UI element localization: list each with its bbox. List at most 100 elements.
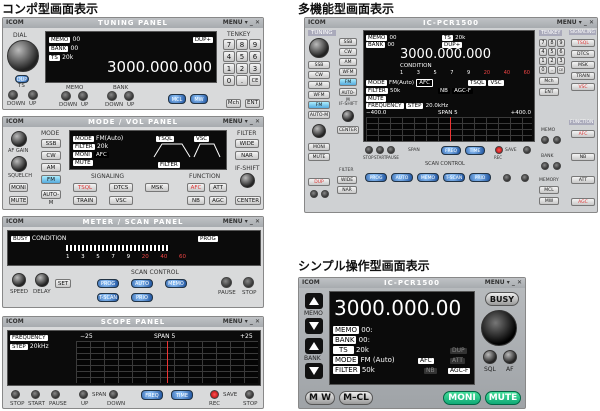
multi-mw-btn[interactable]: MW	[539, 197, 559, 205]
multi-tenkey-tab[interactable]: TENKEY	[539, 30, 563, 36]
simple-mute-button[interactable]: MUTE	[485, 391, 521, 405]
af-gain-knob[interactable]	[11, 131, 27, 147]
simple-main-dial[interactable]	[481, 310, 517, 346]
multi-prog-btn[interactable]: PROG	[365, 173, 387, 182]
bank-up-button[interactable]	[305, 338, 323, 354]
mch-button[interactable]: Mch	[226, 99, 241, 108]
multi-stop-btn[interactable]	[365, 146, 373, 154]
multi-signaling-tab[interactable]: SIGNALING	[569, 30, 596, 35]
multi-fm-btn[interactable]: FM	[308, 101, 330, 109]
auto-scan-button[interactable]: AUTO	[131, 279, 153, 288]
multi-sig-tsql[interactable]: TSQL	[571, 39, 595, 47]
am-button[interactable]: AM	[41, 163, 61, 172]
multi-key-0[interactable]: 0	[539, 66, 547, 74]
afc-button[interactable]: AFC	[187, 183, 205, 192]
att-button[interactable]: ATT	[209, 183, 227, 192]
train-button[interactable]: TRAIN	[73, 196, 97, 205]
stop-button[interactable]	[243, 277, 254, 288]
key-3[interactable]: 3	[249, 63, 261, 74]
multi-att-btn[interactable]: ATT	[571, 176, 595, 184]
memo-up-button[interactable]	[305, 293, 323, 309]
tsql-button[interactable]: TSQL	[73, 183, 97, 192]
multi-key-4[interactable]: 4	[539, 48, 547, 56]
key-2[interactable]: 2	[236, 63, 248, 74]
memo-scan-button[interactable]: MEMO	[165, 279, 187, 288]
window-controls[interactable]: MENU ▾ _ ✕	[223, 317, 260, 327]
fm-button[interactable]: FM	[41, 175, 61, 184]
key-5[interactable]: 5	[236, 51, 248, 62]
key-ce[interactable]: CE	[249, 75, 261, 86]
ts-up-button[interactable]	[28, 90, 38, 100]
auto-m-button[interactable]: AUTO-M	[41, 190, 61, 206]
nb-button[interactable]: NB	[187, 196, 205, 205]
multi-wide-btn[interactable]: WIDE	[337, 176, 357, 184]
multi-col2-wfm[interactable]: WFM	[339, 68, 357, 76]
pause-button[interactable]	[221, 277, 232, 288]
tuning-tab[interactable]: TUNING	[308, 30, 336, 36]
multi-auto-btn[interactable]: AUTO	[391, 173, 413, 182]
bank-down-button[interactable]	[107, 91, 117, 101]
ssb-button[interactable]: SSB	[41, 139, 61, 148]
multi-afc-btn[interactable]: AFC	[571, 130, 595, 138]
bank-down-button[interactable]	[305, 363, 323, 379]
multi-prio-btn[interactable]: PRIO	[469, 173, 491, 182]
multi-col2-am[interactable]: AM	[339, 58, 357, 66]
freq-button[interactable]: FREQ	[141, 390, 163, 400]
moni-button[interactable]: MONI	[9, 183, 28, 192]
wide-button[interactable]: WIDE	[235, 139, 259, 148]
dup-button[interactable]: DUP	[15, 75, 29, 83]
key-0[interactable]: 0	[223, 75, 235, 86]
multi-nar-btn[interactable]: NAR	[337, 186, 357, 194]
mute-button[interactable]: MUTE	[9, 196, 28, 205]
time-button[interactable]: TIME	[171, 390, 193, 400]
if-shift-knob[interactable]	[240, 173, 255, 188]
scope-start-button[interactable]	[31, 390, 40, 399]
cw-button[interactable]: CW	[41, 151, 61, 160]
simple-mcl-button[interactable]: M–CL	[339, 391, 373, 405]
memo-down-button[interactable]	[305, 318, 323, 334]
window-controls[interactable]: MENU ▾ _ ✕	[223, 18, 260, 28]
multi-mcl-btn[interactable]: MCL	[539, 186, 559, 194]
multi-col2-ssb[interactable]: SSB	[339, 38, 357, 46]
key-9[interactable]: 9	[249, 39, 261, 50]
key-6[interactable]: 6	[249, 51, 261, 62]
mw-button[interactable]: MW	[190, 94, 208, 104]
multi-key-9[interactable]: 9	[557, 39, 565, 47]
multi-memo-btn[interactable]: MEMO	[417, 173, 439, 182]
bank-up-button[interactable]	[124, 91, 134, 101]
nar-button[interactable]: NAR	[235, 151, 259, 160]
vsc-button[interactable]: VSC	[109, 196, 133, 205]
multi-sig-vsc[interactable]: VSC	[571, 83, 595, 91]
multi-ts-down[interactable]	[310, 190, 318, 198]
key-dot[interactable]: .	[236, 75, 248, 86]
simple-mw-button[interactable]: M W	[305, 391, 335, 405]
multi-bank-down[interactable]	[541, 162, 549, 170]
memo-down-button[interactable]	[61, 91, 71, 101]
multi-key-5[interactable]: 5	[548, 48, 556, 56]
multi-stop2-btn[interactable]	[523, 146, 531, 154]
multi-moni-btn[interactable]: MONI	[308, 143, 330, 151]
multi-col2-fm[interactable]: FM	[339, 78, 357, 86]
multi-time-btn[interactable]: TIME	[465, 146, 485, 155]
multi-key-3[interactable]: 3	[557, 57, 565, 65]
multi-mch-btn[interactable]: Mch	[539, 77, 559, 85]
key-7[interactable]: 7	[223, 39, 235, 50]
agc-button[interactable]: AGC	[209, 196, 227, 205]
span-up-button[interactable]	[79, 390, 88, 399]
window-controls[interactable]: MENU ▾ _ ✕	[223, 117, 260, 127]
simple-sql-knob[interactable]	[483, 350, 497, 364]
scope-pause-button[interactable]	[51, 390, 60, 399]
multi-tscan-btn[interactable]: T-SCAN	[443, 173, 465, 182]
multi-freq-btn[interactable]: FREQ	[441, 146, 461, 155]
multi-scan-pause-btn[interactable]	[503, 174, 511, 182]
prog-scan-button[interactable]: PROG	[97, 279, 119, 288]
key-4[interactable]: 4	[223, 51, 235, 62]
delay-knob[interactable]	[35, 273, 49, 287]
multi-sig-dtcs[interactable]: DTCS	[571, 50, 595, 58]
multi-memo-up[interactable]	[553, 136, 561, 144]
key-1[interactable]: 1	[223, 63, 235, 74]
multi-nb-btn[interactable]: NB	[571, 153, 595, 161]
multi-key-ce[interactable]: CE	[557, 66, 565, 74]
multi-key-1[interactable]: 1	[539, 57, 547, 65]
simple-af-knob[interactable]	[503, 350, 517, 364]
